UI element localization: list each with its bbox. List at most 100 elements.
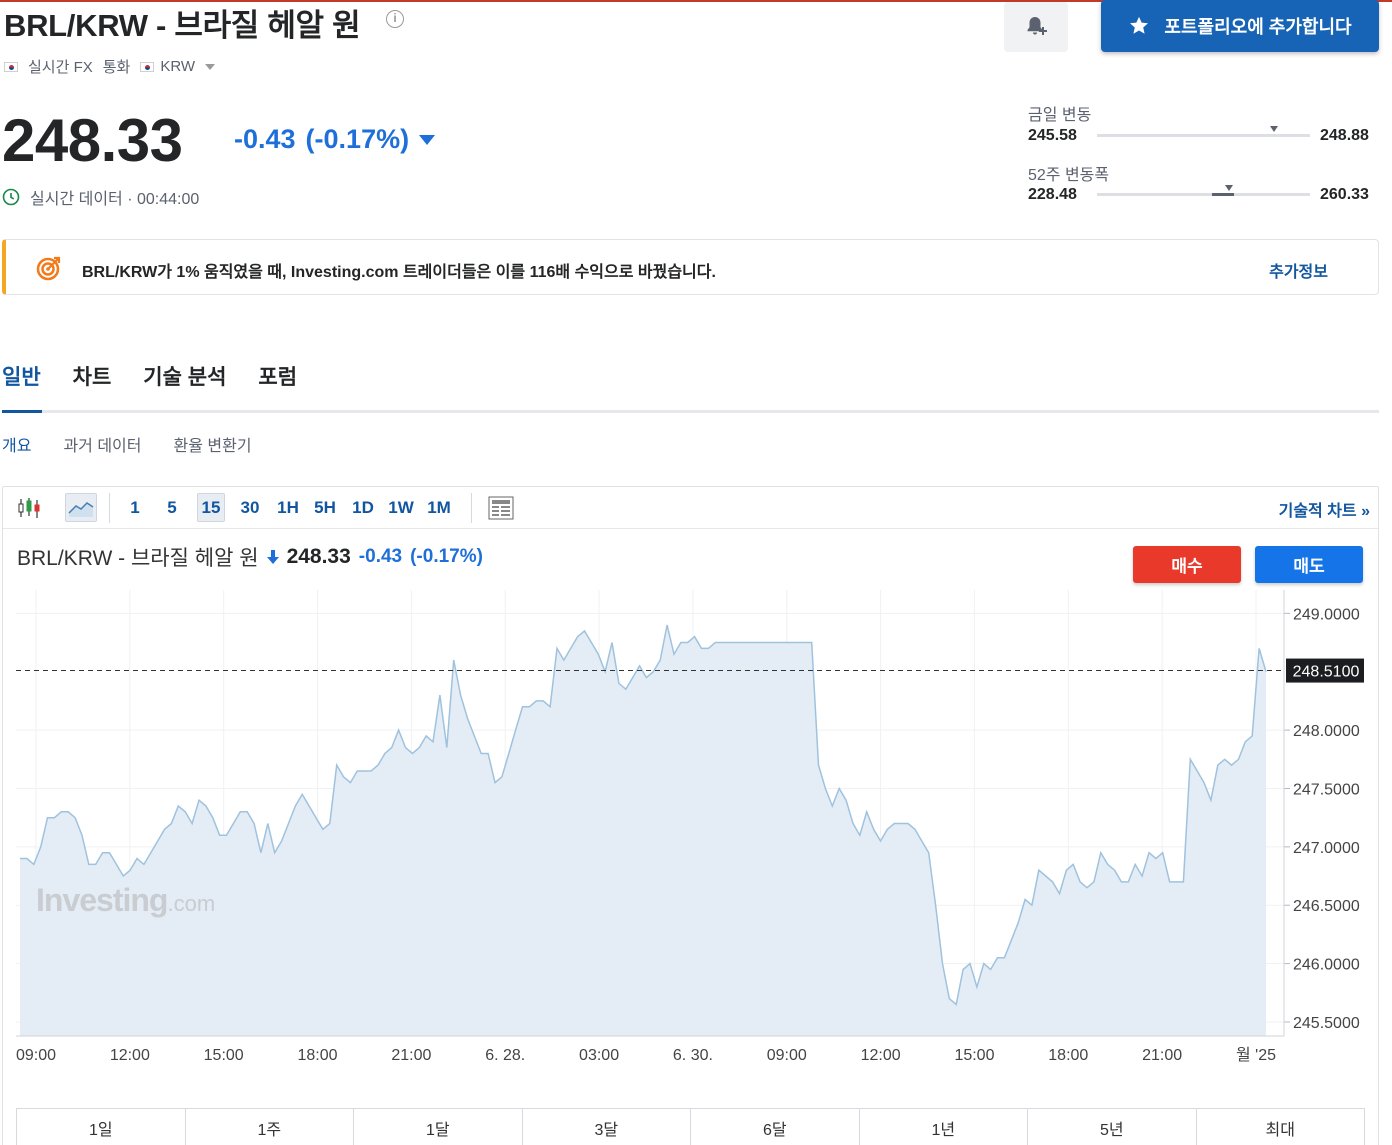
interval-30[interactable]: 30 <box>235 493 265 522</box>
layout-icon[interactable] <box>486 493 516 522</box>
chart-header: BRL/KRW - 브라질 헤알 원 248.33 -0.43 (-0.17%) <box>17 542 483 572</box>
x-tick-label: 09:00 <box>16 1047 56 1064</box>
add-to-portfolio-button[interactable]: 포트폴리오에 추가합니다 <box>1101 0 1379 52</box>
toolbar-separator <box>109 493 110 523</box>
area-chart-icon[interactable] <box>65 493 97 522</box>
period-3m[interactable]: 3달 <box>523 1109 691 1145</box>
chart-change-percent: (-0.17%) <box>410 546 483 567</box>
day-range-label: 금일 변동 <box>1028 107 1092 124</box>
x-tick-label: 15:00 <box>204 1047 244 1064</box>
period-1w[interactable]: 1주 <box>186 1109 354 1145</box>
x-tick-label: 15:00 <box>954 1047 994 1064</box>
period-1y[interactable]: 1년 <box>860 1109 1028 1145</box>
x-tick-label: 09:00 <box>767 1047 807 1064</box>
last-price: 248.33 <box>2 107 183 174</box>
day-range-marker <box>1269 126 1278 132</box>
period-5y[interactable]: 5년 <box>1028 1109 1197 1145</box>
price-chart[interactable]: 249.0000 248.0000 247.5000 247.0000 246.5000… <box>0 590 1392 1080</box>
subtab-converter[interactable]: 환율 변환기 <box>174 432 252 456</box>
week52-range-label: 52주 변동폭 <box>1028 167 1110 184</box>
tab-technical[interactable]: 기술 분석 <box>143 361 226 391</box>
interval-5h[interactable]: 5H <box>310 493 340 522</box>
y-tick-label: 246.5000 <box>1293 898 1360 915</box>
y-tick-label: 248.0000 <box>1293 723 1360 740</box>
currency-selector[interactable]: KRW <box>140 58 216 75</box>
x-tick-label: 12:00 <box>861 1047 901 1064</box>
interval-1[interactable]: 1 <box>123 493 147 522</box>
price-change: -0.43 (-0.17%) <box>234 124 436 155</box>
chevron-down-icon <box>205 63 216 70</box>
period-1m[interactable]: 1달 <box>354 1109 523 1145</box>
week52-range-high: 260.33 <box>1320 186 1369 203</box>
x-axis: 09:00 12:00 15:00 18:00 21:00 6. 28. 03:00 6. 3… <box>16 1046 1276 1064</box>
day-range-bar <box>1097 126 1310 137</box>
korea-flag-icon <box>140 61 155 72</box>
down-arrow-icon <box>419 134 436 145</box>
x-tick-label: 18:00 <box>1048 1047 1088 1064</box>
x-tick-label: 6. 28. <box>485 1047 525 1064</box>
price-change-percent: (-0.17%) <box>305 124 410 154</box>
promo-more-link[interactable]: 추가정보 <box>1269 258 1328 282</box>
period-6m[interactable]: 6달 <box>691 1109 860 1145</box>
add-alert-button[interactable] <box>1004 2 1068 52</box>
interval-1h[interactable]: 1H <box>273 493 303 522</box>
chart-toolbar: 1 5 15 30 1H 5H 1D 1W 1M 기술적 차트 » <box>3 487 1378 529</box>
technical-chart-link[interactable]: 기술적 차트 » <box>1279 497 1370 521</box>
meta-realtime-fx[interactable]: 실시간 FX <box>28 56 93 77</box>
tab-general[interactable]: 일반 <box>2 361 41 391</box>
candlestick-icon[interactable] <box>15 493 43 522</box>
tab-forum[interactable]: 포럼 <box>258 361 297 391</box>
chart-change: -0.43 <box>358 546 403 567</box>
y-tick-label: 249.0000 <box>1293 606 1360 623</box>
info-icon[interactable]: i <box>386 10 404 28</box>
subtab-overview[interactable]: 개요 <box>2 432 31 456</box>
watermark-main: Investing <box>36 882 168 918</box>
period-1d[interactable]: 1일 <box>17 1109 186 1145</box>
week52-range-marker <box>1225 185 1234 191</box>
x-tick-label: 21:00 <box>1142 1047 1182 1064</box>
star-icon <box>1130 16 1149 34</box>
realtime-label: 실시간 데이터 · 00:44:00 <box>30 191 200 208</box>
sub-tabs: 개요 과거 데이터 환율 변환기 <box>2 432 252 456</box>
toolbar-separator <box>471 493 472 523</box>
buy-button[interactable]: 매수 <box>1133 546 1241 583</box>
interval-1d[interactable]: 1D <box>348 493 378 522</box>
meta-currency[interactable]: 통화 <box>103 56 131 77</box>
bell-plus-icon <box>1027 17 1047 35</box>
currency-selector-label: KRW <box>160 58 196 75</box>
x-tick-label: 03:00 <box>579 1047 619 1064</box>
promo-banner: BRL/KRW가 1% 움직였을 때, Investing.com 트레이더들은… <box>2 239 1379 295</box>
interval-1m[interactable]: 1M <box>422 493 456 522</box>
watermark-suffix: .com <box>167 891 216 916</box>
y-tick-label: 247.5000 <box>1293 781 1360 798</box>
promo-text: BRL/KRW가 1% 움직였을 때, Investing.com 트레이더들은… <box>82 264 716 281</box>
target-icon <box>36 256 61 281</box>
investing-watermark: Investing.com <box>36 882 215 919</box>
period-max[interactable]: 최대 <box>1197 1109 1365 1145</box>
x-tick-label: 월 '25 <box>1236 1046 1276 1064</box>
period-selector: 1일 1주 1달 3달 6달 1년 5년 최대 <box>16 1108 1365 1145</box>
korea-flag-icon <box>4 61 18 72</box>
x-tick-label: 21:00 <box>391 1047 431 1064</box>
y-tick-label: 245.5000 <box>1293 1015 1360 1032</box>
interval-5[interactable]: 5 <box>160 493 184 522</box>
arrow-down-icon <box>266 550 279 564</box>
instrument-meta: 실시간 FX 통화 KRW <box>4 56 216 77</box>
interval-1w[interactable]: 1W <box>384 493 418 522</box>
tab-chart[interactable]: 차트 <box>73 361 112 391</box>
tabs-divider <box>2 410 1379 413</box>
x-tick-label: 18:00 <box>298 1047 338 1064</box>
chart-price: 248.33 <box>286 545 351 568</box>
realtime-status: 실시간 데이터 · 00:44:00 <box>2 185 199 209</box>
price-area <box>20 625 1266 1036</box>
x-tick-label: 6. 30. <box>673 1047 713 1064</box>
active-tab-indicator <box>2 410 42 413</box>
last-price-tag-text: 248.5100 <box>1293 664 1360 681</box>
main-tabs: 일반 차트 기술 분석 포럼 <box>2 361 297 391</box>
page-title: BRL/KRW - 브라질 헤알 원 <box>4 8 361 43</box>
day-range-high: 248.88 <box>1320 127 1369 144</box>
sell-button[interactable]: 매도 <box>1255 546 1363 583</box>
interval-15[interactable]: 15 <box>197 493 225 522</box>
week52-range-low: 228.48 <box>1028 186 1077 203</box>
subtab-historical-data[interactable]: 과거 데이터 <box>63 432 141 456</box>
